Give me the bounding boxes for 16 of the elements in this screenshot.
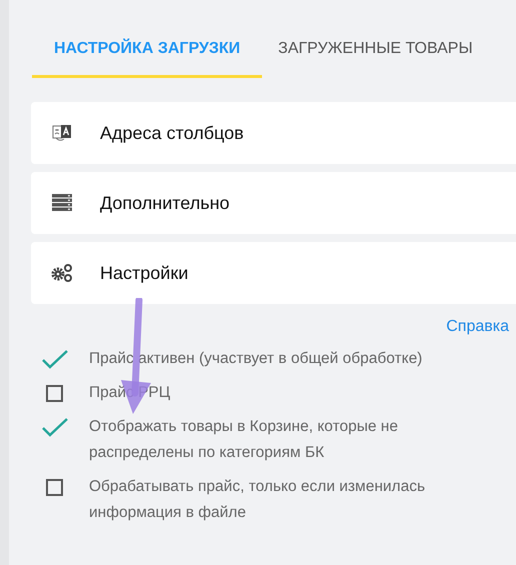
section-card[interactable]: Адреса столбцов: [31, 102, 516, 164]
server-icon: [51, 194, 73, 212]
section-card[interactable]: Дополнительно: [31, 172, 516, 234]
checkbox[interactable]: [46, 479, 63, 496]
checkmark-icon[interactable]: [41, 348, 69, 370]
translate-icon: [51, 123, 73, 143]
section-card[interactable]: Настройки: [31, 242, 516, 304]
tab[interactable]: ЗАГРУЖЕННЫЕ ТОВАРЫ: [262, 28, 489, 78]
gears-icon: [51, 263, 73, 283]
option-label: Отображать товары в Корзине, которые не распределены по категориям БК: [89, 417, 399, 463]
section-label: Настройки: [100, 262, 188, 284]
checkmark-icon[interactable]: [41, 416, 69, 438]
checkbox[interactable]: [46, 385, 63, 402]
option-label: Обрабатывать прайс, только если изменилась информация в файле: [89, 477, 426, 523]
section-label: Дополнительно: [100, 192, 230, 214]
section-label: Адреса столбцов: [100, 122, 244, 144]
